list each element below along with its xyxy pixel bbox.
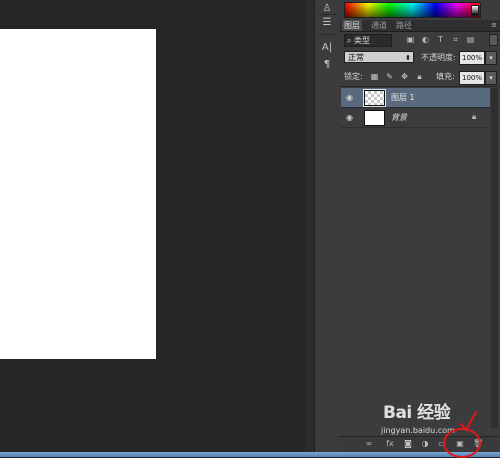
strip-divider bbox=[318, 34, 336, 35]
shape-filter-icon[interactable]: ⌗ bbox=[451, 35, 460, 45]
opacity-label: 不透明度: bbox=[421, 53, 456, 62]
fill-input[interactable]: 100% bbox=[459, 71, 485, 85]
search-icon: ⌕ bbox=[347, 36, 352, 45]
lock-pixels-icon[interactable]: ✎ bbox=[385, 72, 394, 82]
layer-thumbnail bbox=[364, 110, 385, 126]
character-icon[interactable]: A| bbox=[319, 41, 335, 55]
annotation-circle bbox=[443, 428, 481, 458]
layer-row-layer-1[interactable]: ◉ 图层 1 bbox=[341, 88, 490, 108]
layer-name[interactable]: 背景 bbox=[391, 112, 407, 123]
chevron-down-icon: ⬍ bbox=[405, 54, 411, 62]
blend-mode-select[interactable]: 正常 ⬍ bbox=[344, 51, 414, 63]
tab-paths[interactable]: 路径 bbox=[394, 20, 414, 31]
fill-label: 填充: bbox=[436, 72, 455, 81]
layer-thumbnail bbox=[363, 89, 386, 107]
fx-icon[interactable]: fx bbox=[385, 439, 395, 449]
opacity-dropdown-icon[interactable]: ▾ bbox=[485, 51, 497, 65]
eye-icon[interactable]: ◉ bbox=[346, 93, 353, 102]
type-filter-icon[interactable]: T bbox=[436, 35, 445, 45]
annotation-check-icon bbox=[460, 411, 477, 431]
lock-icon: 🔒︎ bbox=[472, 112, 477, 121]
strip-divider bbox=[318, 14, 336, 15]
opacity-input[interactable]: 100% bbox=[459, 51, 485, 65]
color-spectrum[interactable] bbox=[344, 2, 481, 18]
eye-icon[interactable]: ◉ bbox=[346, 113, 353, 122]
fill-dropdown-icon[interactable]: ▾ bbox=[485, 71, 497, 85]
paragraph-icon[interactable]: ¶ bbox=[319, 58, 335, 72]
adjust-sliders-icon[interactable]: ☰ bbox=[319, 16, 335, 30]
adjustment-filter-icon[interactable]: ◐ bbox=[421, 35, 430, 45]
right-panel bbox=[339, 0, 500, 452]
blend-mode-value: 正常 bbox=[348, 53, 364, 62]
layer-row-background[interactable]: ◉ 背景 🔒︎ bbox=[341, 108, 490, 128]
mask-icon[interactable]: ◙ bbox=[403, 439, 413, 449]
filter-toggle[interactable] bbox=[489, 34, 498, 46]
image-filter-icon[interactable]: ▣ bbox=[406, 35, 415, 45]
panel-separator bbox=[305, 0, 314, 452]
filter-type-label: 类型 bbox=[354, 36, 371, 45]
lock-transparency-icon[interactable]: ▦ bbox=[370, 72, 379, 82]
lock-label: 锁定: bbox=[344, 72, 363, 81]
lock-all-icon[interactable]: 🔒︎ bbox=[415, 72, 424, 82]
tab-channels[interactable]: 通道 bbox=[369, 20, 389, 31]
smart-object-filter-icon[interactable]: ▤ bbox=[466, 35, 475, 45]
layers-scrollbar[interactable] bbox=[491, 88, 498, 428]
watermark-url: jingyan.baidu.com bbox=[381, 426, 455, 435]
layers-tab-bar bbox=[340, 20, 500, 32]
taskbar bbox=[0, 452, 500, 457]
adjustment-icon[interactable]: ◑ bbox=[420, 439, 430, 449]
black-white-swatch[interactable] bbox=[471, 5, 479, 16]
options-divider bbox=[340, 86, 498, 87]
baidu-watermark: Bai 经验 bbox=[383, 403, 451, 423]
layer-filter-select[interactable]: ⌕ 类型 bbox=[344, 34, 392, 47]
panel-menu-icon[interactable]: ≡ bbox=[489, 20, 499, 31]
link-icon[interactable]: ∞ bbox=[364, 439, 374, 449]
panel-icon-strip: ♙ ☰ A| ¶ bbox=[314, 0, 339, 452]
tab-layers[interactable]: 图层 bbox=[342, 20, 362, 31]
lock-position-icon[interactable]: ✥ bbox=[400, 72, 409, 82]
document-canvas[interactable] bbox=[0, 29, 156, 359]
layer-name[interactable]: 图层 1 bbox=[391, 92, 415, 103]
